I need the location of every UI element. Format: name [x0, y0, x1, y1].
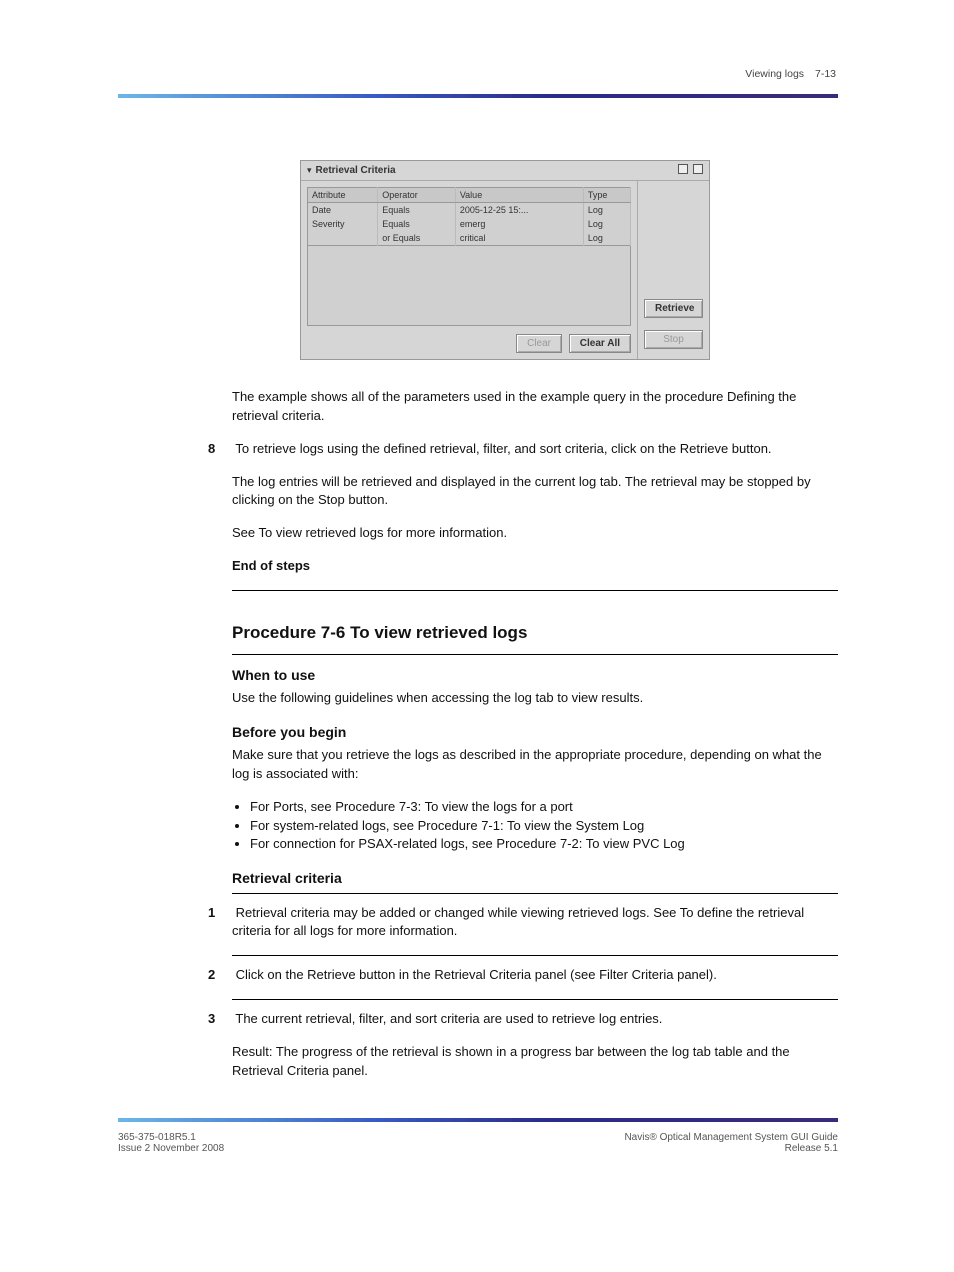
collapse-icon[interactable]: ▾: [307, 165, 312, 176]
step-number: 8: [208, 440, 232, 459]
cell: Equals: [378, 203, 456, 218]
when-to-use-heading: When to use: [232, 665, 838, 685]
panel-titlebar: ▾ Retrieval Criteria: [301, 161, 709, 181]
cell: [308, 231, 378, 246]
divider: [232, 955, 838, 956]
col-operator[interactable]: Operator: [378, 188, 456, 203]
footer-issue: Issue 2 November 2008: [118, 1143, 224, 1154]
before-begin-heading: Before you begin: [232, 722, 838, 742]
step-number: 1: [208, 904, 232, 923]
example-paragraph: The example shows all of the parameters …: [232, 388, 838, 426]
cell: critical: [455, 231, 583, 246]
footer-divider: [118, 1118, 838, 1122]
step-8: 8 To retrieve logs using the defined ret…: [208, 440, 838, 459]
footer-release: Release 5.1: [624, 1143, 838, 1154]
header-title: Viewing logs: [745, 68, 804, 80]
divider: [232, 590, 838, 591]
step-text: The current retrieval, filter, and sort …: [235, 1011, 662, 1026]
col-value[interactable]: Value: [455, 188, 583, 203]
retrieval-criteria-panel: ▾ Retrieval Criteria Attribute Operator …: [300, 160, 710, 360]
table-row[interactable]: Date Equals 2005-12-25 15:... Log: [308, 203, 631, 218]
table-header-row: Attribute Operator Value Type: [308, 188, 631, 203]
cell: Date: [308, 203, 378, 218]
step-number: 3: [208, 1010, 232, 1029]
window-icon-2[interactable]: [693, 164, 703, 174]
table-row[interactable]: or Equals critical Log: [308, 231, 631, 246]
cell: emerg: [455, 217, 583, 231]
bullet-item: For system-related logs, see Procedure 7…: [250, 817, 838, 836]
footer-product: Navis® Optical Management System GUI Gui…: [624, 1132, 838, 1143]
table-row[interactable]: Severity Equals emerg Log: [308, 217, 631, 231]
retrieval-criteria-heading: Retrieval criteria: [232, 868, 838, 888]
step-8-see: See To view retrieved logs for more info…: [232, 524, 838, 543]
table-empty-area: [307, 246, 631, 326]
cell: or Equals: [378, 231, 456, 246]
header-section-number: 7-13: [815, 68, 836, 80]
step-8-result: The log entries will be retrieved and di…: [232, 473, 838, 511]
cell: 2005-12-25 15:...: [455, 203, 583, 218]
divider: [232, 999, 838, 1000]
col-attribute[interactable]: Attribute: [308, 188, 378, 203]
step-text: Click on the Retrieve button in the Retr…: [236, 967, 717, 982]
divider: [232, 893, 838, 894]
cell: Equals: [378, 217, 456, 231]
window-icon-1[interactable]: [678, 164, 688, 174]
criteria-table: Attribute Operator Value Type Date Equal…: [307, 187, 631, 246]
cell: Log: [583, 231, 630, 246]
footer-doc-id: 365-375-018R5.1: [118, 1132, 224, 1143]
header-divider: [118, 94, 838, 98]
clear-button[interactable]: Clear: [516, 334, 562, 353]
rc-step-3: 3 The current retrieval, filter, and sor…: [208, 1010, 838, 1029]
cell: Severity: [308, 217, 378, 231]
window-controls: [676, 164, 703, 177]
panel-title: Retrieval Criteria: [316, 165, 677, 176]
footer-left: 365-375-018R5.1 Issue 2 November 2008: [118, 1132, 224, 1154]
stop-button[interactable]: Stop: [644, 330, 703, 349]
step-text: Retrieval criteria may be added or chang…: [232, 905, 804, 939]
when-to-use-body: Use the following guidelines when access…: [232, 689, 838, 708]
clear-all-button[interactable]: Clear All: [569, 334, 631, 353]
cell: Log: [583, 217, 630, 231]
retrieve-button[interactable]: Retrieve: [644, 299, 703, 318]
rc-step-2: 2 Click on the Retrieve button in the Re…: [208, 966, 838, 985]
cell: Log: [583, 203, 630, 218]
footer-right: Navis® Optical Management System GUI Gui…: [624, 1132, 838, 1154]
rc-step-1: 1 Retrieval criteria may be added or cha…: [208, 904, 838, 942]
page-header: Viewing logs 7-13: [745, 68, 836, 80]
end-of-steps: End of steps: [232, 557, 838, 576]
page-body: The example shows all of the parameters …: [232, 388, 838, 1095]
bullet-item: For Ports, see Procedure 7-3: To view th…: [250, 798, 838, 817]
rc-step-3-result: Result: The progress of the retrieval is…: [232, 1043, 838, 1081]
before-begin-body: Make sure that you retrieve the logs as …: [232, 746, 838, 784]
procedure-heading: Procedure 7-6 To view retrieved logs: [232, 621, 838, 646]
divider: [232, 654, 838, 655]
bullet-item: For connection for PSAX-related logs, se…: [250, 835, 838, 854]
page-footer: 365-375-018R5.1 Issue 2 November 2008 Na…: [118, 1132, 838, 1154]
col-type[interactable]: Type: [583, 188, 630, 203]
step-number: 2: [208, 966, 232, 985]
step-text: To retrieve logs using the defined retri…: [235, 441, 771, 456]
